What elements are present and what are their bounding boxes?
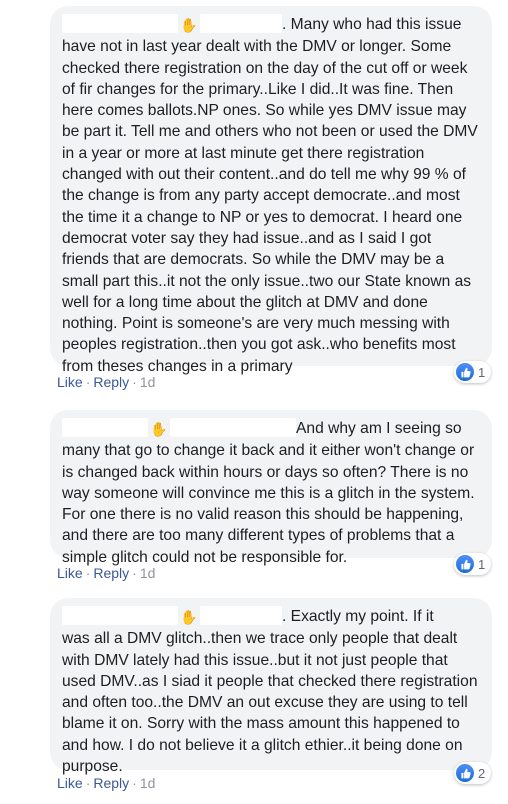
redacted-name bbox=[62, 418, 148, 437]
thumbs-up-like-icon bbox=[456, 764, 474, 782]
comment-2: ✋ And why am I seeing so many that go to … bbox=[50, 410, 492, 581]
redacted-name bbox=[62, 606, 178, 625]
like-link[interactable]: Like bbox=[57, 565, 83, 581]
waving-hand-icon: ✋ bbox=[150, 421, 168, 437]
comment-text: ✋ . Many who had this issue have not in l… bbox=[62, 14, 480, 377]
comment-bubble: ✋ . Exactly my point. If it was all a DMV… bbox=[50, 598, 492, 775]
reaction-summary[interactable]: 1 bbox=[454, 361, 492, 383]
reaction-count: 2 bbox=[478, 765, 486, 781]
waving-hand-icon: ✋ bbox=[180, 17, 198, 33]
comment-bubble: ✋ . Many who had this issue have not in l… bbox=[50, 6, 492, 375]
reaction-count: 1 bbox=[478, 364, 486, 380]
comment-body: many that go to change it back and it ei… bbox=[62, 442, 479, 566]
separator-dot: · bbox=[85, 374, 91, 390]
reaction-summary[interactable]: 2 bbox=[454, 762, 492, 784]
comment-actions: Like · Reply · 1d bbox=[57, 565, 155, 581]
redacted-name bbox=[200, 606, 282, 625]
reply-link[interactable]: Reply bbox=[93, 775, 129, 791]
waving-hand-icon: ✋ bbox=[180, 609, 198, 625]
redacted-name bbox=[62, 14, 178, 33]
comment-mention-suffix: And why am I seeing so bbox=[296, 420, 462, 437]
comment-timestamp[interactable]: 1d bbox=[140, 565, 156, 581]
separator-dot: · bbox=[132, 775, 137, 791]
comment-timestamp[interactable]: 1d bbox=[140, 775, 156, 791]
comment-timestamp[interactable]: 1d bbox=[140, 374, 156, 390]
comment-mention-suffix: . Exactly my point. If it bbox=[282, 608, 434, 625]
separator-dot: · bbox=[132, 565, 137, 581]
thumbs-up-like-icon bbox=[456, 555, 474, 573]
reply-link[interactable]: Reply bbox=[93, 374, 129, 390]
comment-body: was all a DMV glitch..then we trace only… bbox=[62, 630, 482, 776]
comment-1: ✋ . Many who had this issue have not in l… bbox=[50, 6, 492, 390]
comment-3: ✋ . Exactly my point. If it was all a DMV… bbox=[50, 598, 492, 791]
comment-text: ✋ And why am I seeing so many that go to … bbox=[62, 418, 480, 568]
comment-bubble: ✋ And why am I seeing so many that go to … bbox=[50, 410, 492, 566]
reply-link[interactable]: Reply bbox=[93, 565, 129, 581]
redacted-name bbox=[200, 14, 282, 33]
comment-actions: Like · Reply · 1d bbox=[57, 775, 155, 791]
separator-dot: · bbox=[85, 775, 91, 791]
like-link[interactable]: Like bbox=[57, 374, 83, 390]
separator-dot: · bbox=[132, 374, 137, 390]
comment-body: have not in last year dealt with the DMV… bbox=[62, 38, 483, 375]
redacted-name bbox=[170, 418, 296, 437]
thumbs-up-like-icon bbox=[456, 363, 474, 381]
reaction-summary[interactable]: 1 bbox=[454, 553, 492, 575]
comment-text: ✋ . Exactly my point. If it was all a DMV… bbox=[62, 606, 480, 777]
comment-mention-suffix: . Many who had this issue bbox=[282, 16, 462, 33]
like-link[interactable]: Like bbox=[57, 775, 83, 791]
separator-dot: · bbox=[85, 565, 91, 581]
reaction-count: 1 bbox=[478, 556, 486, 572]
comment-actions: Like · Reply · 1d bbox=[57, 374, 155, 390]
